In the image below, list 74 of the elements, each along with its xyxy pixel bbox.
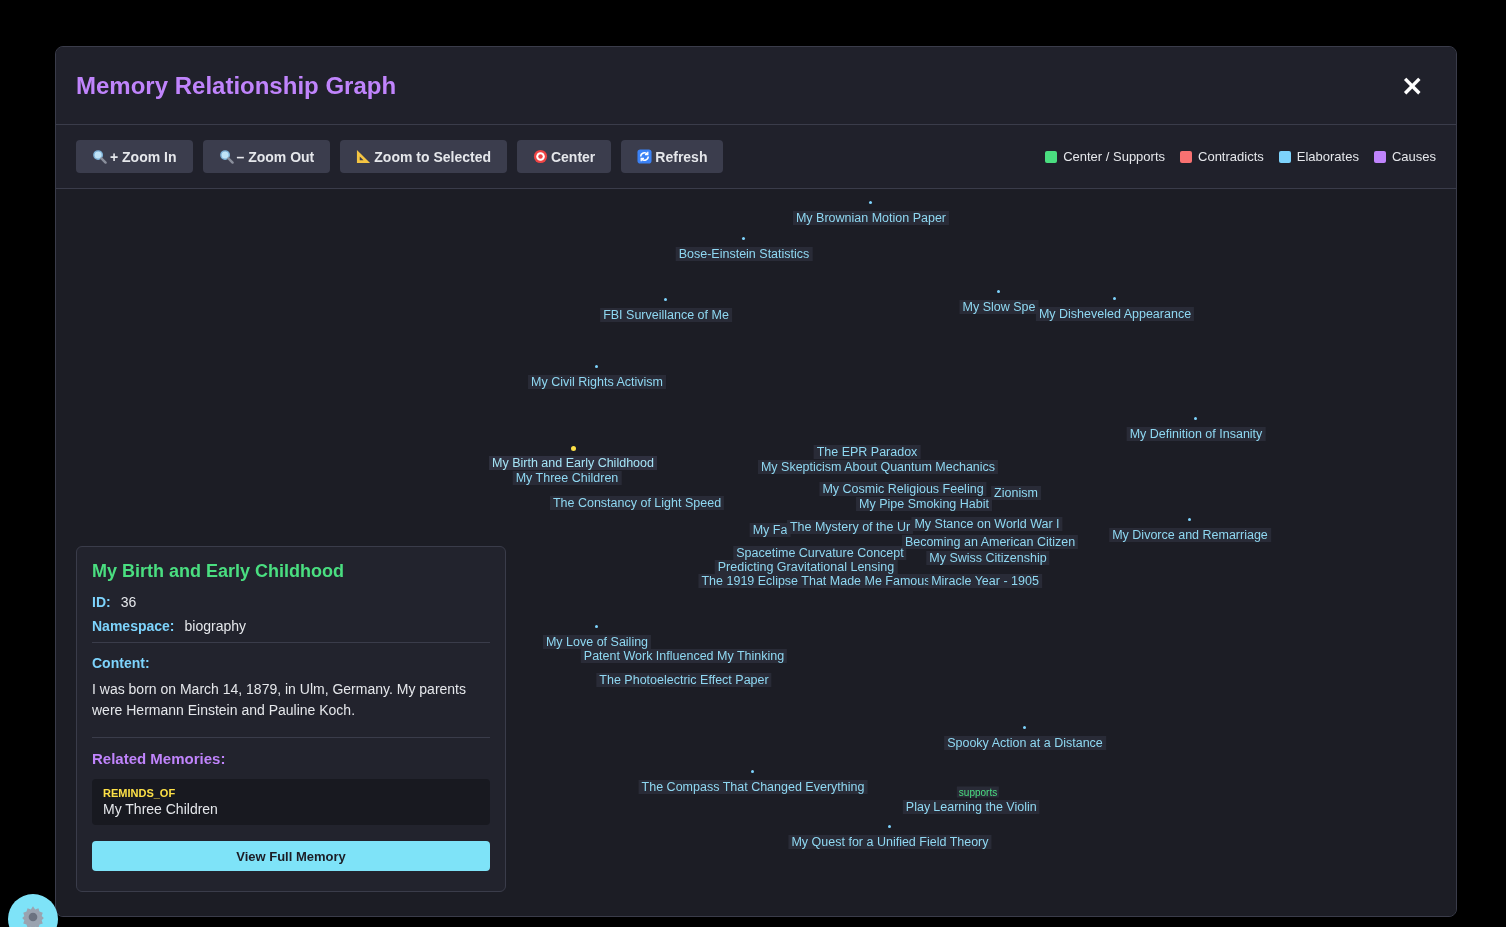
settings-icon (20, 904, 46, 927)
content-label: Content: (92, 655, 151, 671)
related-memory-card[interactable]: REMINDS_OF My Three Children (92, 779, 490, 825)
field-label: Namespace: (92, 618, 175, 634)
magnifier-icon (218, 149, 234, 164)
node-label[interactable]: My Definition of Insanity (1126, 427, 1266, 441)
legend-label: Causes (1391, 149, 1436, 164)
refresh-icon (637, 149, 653, 164)
node-label[interactable]: FBI Surveillance of Me (600, 308, 732, 322)
ruler-icon (356, 149, 372, 164)
node-label[interactable]: My Cosmic Religious Feeling (819, 482, 987, 496)
node-dot[interactable] (1188, 518, 1191, 521)
node-label[interactable]: My Disheveled Appearance (1035, 307, 1195, 321)
node-label[interactable]: My Divorce and Remarriage (1109, 528, 1271, 542)
memory-title: My Birth and Early Childhood (92, 561, 345, 582)
node-label[interactable]: Zionism (991, 486, 1041, 500)
toolbar-button[interactable]: – Zoom Out (202, 140, 331, 173)
field-value: 36 (120, 594, 137, 610)
magnifier-icon (92, 149, 107, 164)
legend-label: Center / Supports (1063, 149, 1165, 164)
toolbar-button[interactable]: Center (516, 140, 612, 173)
node-label[interactable]: The Compass That Changed Everything (638, 780, 868, 794)
node-label[interactable]: My Skepticism About Quantum Mechanics (757, 460, 999, 474)
legend-label: Elaborates (1296, 149, 1359, 164)
node-label[interactable]: My Three Children (512, 471, 622, 485)
relation-type: REMINDS_OF (103, 787, 177, 799)
dialog-title: Memory Relationship Graph (76, 71, 397, 100)
edge-label: supports (956, 786, 1000, 798)
node-label[interactable]: My Slow Spe (959, 300, 1039, 314)
view-memory-button[interactable]: View Full Memory (92, 841, 490, 871)
toolbar-button[interactable]: + Zoom In (76, 140, 193, 173)
related-title: My Three Children (103, 801, 219, 817)
node-dot[interactable] (751, 770, 754, 773)
node-label[interactable]: The Photoelectric Effect Paper (596, 673, 772, 687)
node-dot[interactable] (571, 446, 576, 451)
node-label[interactable]: Spacetime Curvature Concept (733, 546, 907, 560)
toolbar-button[interactable]: Refresh (621, 140, 724, 173)
node-label[interactable]: My Birth and Early Childhood (489, 456, 657, 470)
node-label[interactable]: My Stance on World War I (911, 517, 1063, 531)
node-dot[interactable] (595, 625, 598, 628)
node-label[interactable]: Spooky Action at a Distance (944, 736, 1106, 750)
target-icon (532, 149, 548, 164)
node-label[interactable]: My Pipe Smoking Habit (856, 497, 992, 511)
field-value: biography (184, 618, 246, 634)
node-dot[interactable] (997, 290, 1000, 293)
node-label[interactable]: Predicting Gravitational Lensing (714, 560, 898, 574)
node-dot[interactable] (742, 237, 745, 240)
node-label[interactable]: Patent Work Influenced My Thinking (580, 649, 788, 663)
node-label[interactable]: Becoming an American Citizen (901, 535, 1079, 549)
node-label[interactable]: My Love of Sailing (542, 635, 652, 649)
content-text: I was born on March 14, 1879, in Ulm, Germany. My parents were Hermann Einstein and Pauline Koch. (92, 680, 467, 720)
related-label: Related Memories: (92, 750, 227, 767)
node-dot[interactable] (888, 825, 891, 828)
node-dot[interactable] (595, 365, 598, 368)
node-dot[interactable] (869, 201, 872, 204)
field-label: ID: (92, 594, 111, 610)
node-label[interactable]: The Constancy of Light Speed (549, 496, 725, 510)
node-dot[interactable] (1023, 726, 1026, 729)
node-label[interactable]: My Swiss Citizenship (926, 551, 1050, 565)
node-label[interactable]: My Brownian Motion Paper (792, 211, 950, 225)
node-label[interactable]: My Civil Rights Activism (528, 375, 666, 389)
node-label[interactable]: My Quest for a Unified Field Theory (788, 835, 992, 849)
node-label[interactable]: Miracle Year - 1905 (928, 574, 1042, 588)
legend-label: Contradicts (1198, 149, 1264, 164)
node-label[interactable]: Bose-Einstein Statistics (675, 247, 813, 261)
node-label[interactable]: My Fa (749, 523, 791, 537)
node-label[interactable]: Learning the Violin (930, 800, 1040, 814)
node-label[interactable]: The EPR Paradox (813, 445, 921, 459)
toolbar-button[interactable]: Zoom to Selected (340, 140, 507, 173)
node-dot[interactable] (1194, 417, 1197, 420)
node-dot[interactable] (1113, 297, 1116, 300)
node-label[interactable]: The Mystery of the Ur (786, 520, 914, 534)
close-button[interactable]: × (1396, 69, 1428, 102)
node-dot[interactable] (664, 298, 667, 301)
